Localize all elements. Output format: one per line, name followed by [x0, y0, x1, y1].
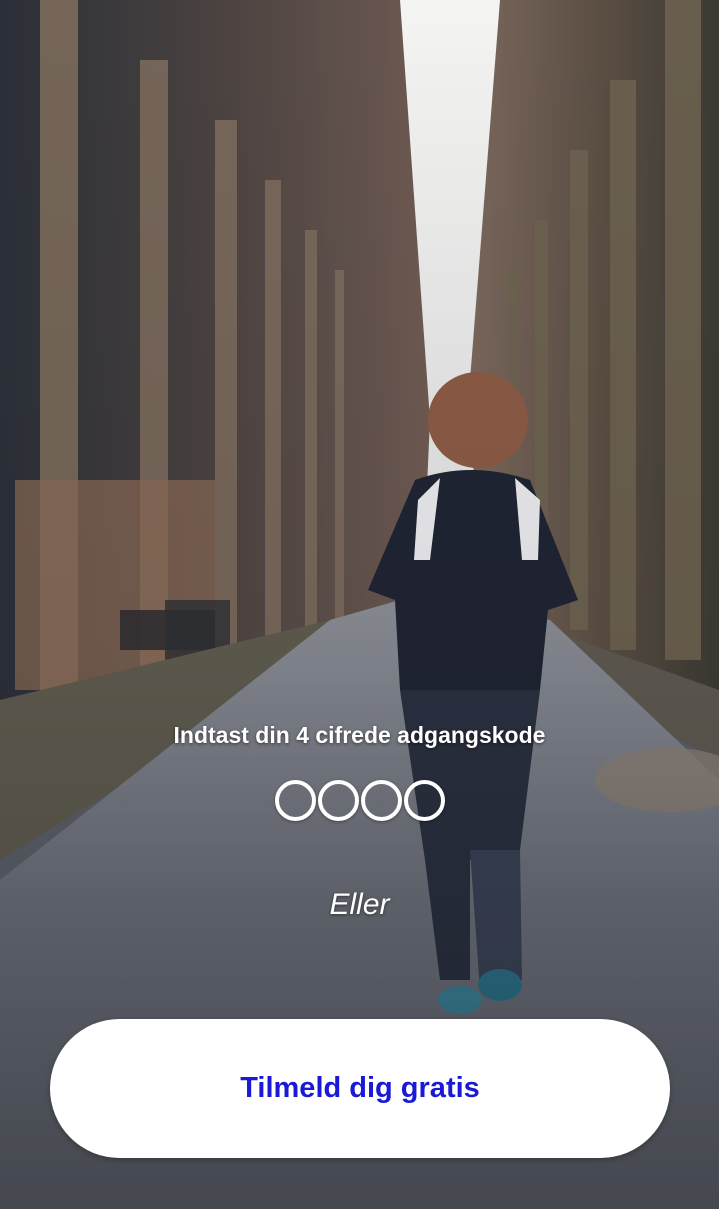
pin-code-input[interactable] [0, 780, 719, 821]
pin-prompt-label: Indtast din 4 cifrede adgangskode [173, 722, 546, 748]
pin-digit-3 [360, 780, 402, 821]
pin-login-screen: Indtast din 4 cifrede adgangskode Eller … [0, 0, 719, 1209]
pin-digit-1 [274, 780, 316, 821]
signup-free-button[interactable]: Tilmeld dig gratis [50, 1019, 670, 1158]
pin-digit-2 [317, 780, 359, 821]
pin-digit-4 [403, 780, 445, 821]
or-separator-label: Eller [329, 888, 390, 921]
